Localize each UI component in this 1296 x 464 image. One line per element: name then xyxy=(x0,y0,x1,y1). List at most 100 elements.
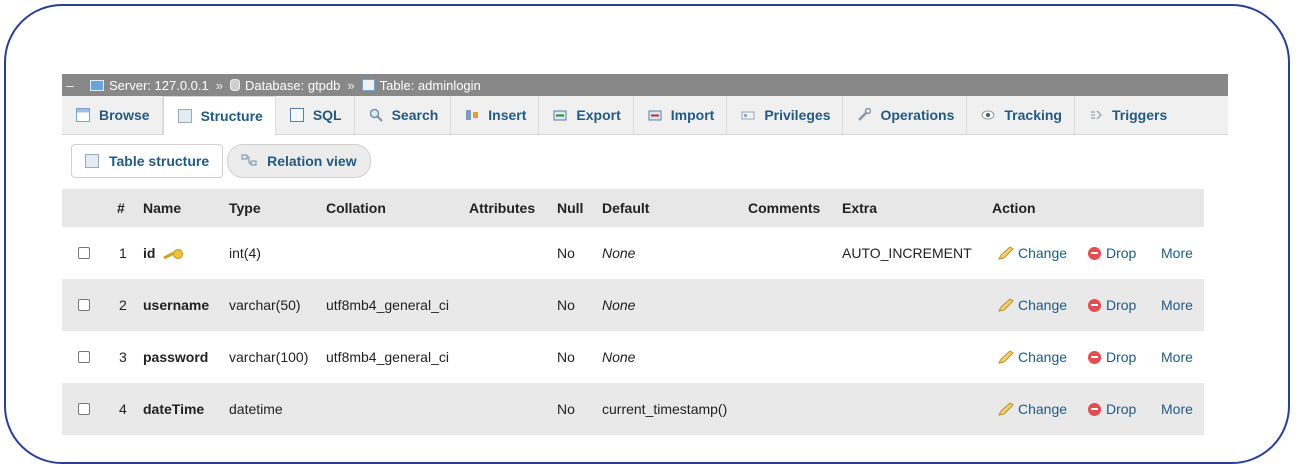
table-row: 3 password varchar(100) utf8mb4_general_… xyxy=(62,331,1204,383)
field-default: current_timestamp() xyxy=(602,401,728,417)
drop-button[interactable]: Drop xyxy=(1088,279,1136,331)
pencil-icon xyxy=(997,246,1014,260)
breadcrumb-separator: » xyxy=(347,77,355,93)
change-button[interactable]: Change xyxy=(997,227,1067,279)
row-checkbox[interactable] xyxy=(78,351,90,363)
col-name[interactable]: Name xyxy=(143,189,181,227)
row-num: 3 xyxy=(119,349,127,365)
triggers-icon xyxy=(1089,108,1103,122)
breadcrumb-table[interactable]: Table: adminlogin xyxy=(361,78,481,93)
import-icon xyxy=(648,108,662,122)
more-button[interactable]: More xyxy=(1161,331,1193,383)
sql-icon xyxy=(289,108,304,122)
col-type[interactable]: Type xyxy=(229,189,261,227)
col-num[interactable]: # xyxy=(117,189,125,227)
server-icon xyxy=(90,79,104,91)
breadcrumb-database[interactable]: Database: gtpdb xyxy=(229,77,341,93)
tab-search[interactable]: Search xyxy=(355,96,452,134)
row-num: 2 xyxy=(119,297,127,313)
subtab-label: Table structure xyxy=(109,153,210,169)
privileges-icon xyxy=(741,108,755,122)
field-type: varchar(100) xyxy=(229,349,309,365)
tab-label: Structure xyxy=(200,108,263,124)
breadcrumb: – Server: 127.0.0.1 » Database: gtpdb » … xyxy=(62,74,1228,96)
search-icon xyxy=(369,108,383,122)
collapse-icon[interactable]: – xyxy=(62,77,78,93)
field-name: dateTime xyxy=(143,401,205,417)
pencil-icon xyxy=(997,298,1014,312)
change-button[interactable]: Change xyxy=(997,383,1067,435)
breadcrumb-server[interactable]: Server: 127.0.0.1 xyxy=(90,78,209,93)
pencil-icon xyxy=(997,350,1014,364)
structure-icon xyxy=(85,154,99,168)
eye-icon xyxy=(981,108,995,122)
field-null: No xyxy=(557,349,575,365)
field-extra: AUTO_INCREMENT xyxy=(842,245,972,261)
drop-button[interactable]: Drop xyxy=(1088,383,1136,435)
more-button[interactable]: More xyxy=(1161,279,1193,331)
more-button[interactable]: More xyxy=(1161,227,1193,279)
field-null: No xyxy=(557,401,575,417)
field-name-text: id xyxy=(143,245,156,261)
row-checkbox[interactable] xyxy=(78,403,90,415)
subtab-relation-view[interactable]: Relation view xyxy=(227,144,371,178)
tab-insert[interactable]: Insert xyxy=(451,96,540,134)
field-collation: utf8mb4_general_ci xyxy=(326,349,449,365)
database-icon xyxy=(229,79,240,91)
row-checkbox[interactable] xyxy=(78,299,90,311)
table-row: 1 id int(4) No None AUTO_INCREMENT Chang… xyxy=(62,227,1204,279)
more-button[interactable]: More xyxy=(1161,383,1193,435)
breadcrumb-server-label: Server: 127.0.0.1 xyxy=(109,77,209,93)
col-extra[interactable]: Extra xyxy=(842,189,877,227)
row-checkbox[interactable] xyxy=(78,247,90,259)
tab-browse[interactable]: Browse xyxy=(62,96,163,134)
table-header: # Name Type Collation Attributes Null De… xyxy=(62,189,1204,227)
drop-button[interactable]: Drop xyxy=(1088,331,1136,383)
col-null[interactable]: Null xyxy=(557,189,583,227)
relation-icon xyxy=(241,153,257,170)
row-num: 4 xyxy=(119,401,127,417)
tab-triggers[interactable]: Triggers xyxy=(1075,96,1179,134)
tab-privileges[interactable]: Privileges xyxy=(727,96,844,134)
breadcrumb-database-label: Database: gtpdb xyxy=(244,77,341,93)
change-label: Change xyxy=(1018,401,1068,417)
field-type: int(4) xyxy=(229,245,261,261)
drop-icon xyxy=(1088,298,1101,312)
tab-label: Search xyxy=(391,107,439,123)
tab-export[interactable]: Export xyxy=(539,96,634,134)
table-row: 4 dateTime datetime No current_timestamp… xyxy=(62,383,1204,435)
drop-button[interactable]: Drop xyxy=(1088,227,1136,279)
row-num: 1 xyxy=(119,245,127,261)
tab-import[interactable]: Import xyxy=(634,96,728,134)
tab-structure[interactable]: Structure xyxy=(162,96,276,135)
field-null: No xyxy=(557,297,575,313)
tab-label: Insert xyxy=(488,107,527,123)
subtab-table-structure[interactable]: Table structure xyxy=(71,144,224,178)
browse-icon xyxy=(76,108,90,122)
field-null: No xyxy=(557,245,575,261)
phpmyadmin-panel: – Server: 127.0.0.1 » Database: gtpdb » … xyxy=(62,74,1228,439)
wrench-icon xyxy=(857,107,872,122)
structure-icon xyxy=(177,109,192,123)
field-name: password xyxy=(143,349,209,365)
col-attributes[interactable]: Attributes xyxy=(469,189,535,227)
change-button[interactable]: Change xyxy=(997,279,1067,331)
drop-label: Drop xyxy=(1106,297,1137,313)
drop-label: Drop xyxy=(1106,245,1137,261)
change-label: Change xyxy=(1018,245,1068,261)
tab-sql[interactable]: SQL xyxy=(276,96,355,134)
drop-label: Drop xyxy=(1106,401,1137,417)
col-comments[interactable]: Comments xyxy=(748,189,820,227)
col-action: Action xyxy=(992,200,1036,216)
tab-tracking[interactable]: Tracking xyxy=(967,96,1075,134)
tab-label: Tracking xyxy=(1004,107,1062,123)
change-button[interactable]: Change xyxy=(997,331,1067,383)
col-default[interactable]: Default xyxy=(602,189,649,227)
tab-operations[interactable]: Operations xyxy=(843,96,968,134)
tab-label: SQL xyxy=(312,107,342,123)
col-collation[interactable]: Collation xyxy=(326,189,386,227)
tab-label: Browse xyxy=(99,107,150,123)
field-default: None xyxy=(602,349,636,365)
drop-icon xyxy=(1088,246,1101,260)
drop-label: Drop xyxy=(1106,349,1137,365)
